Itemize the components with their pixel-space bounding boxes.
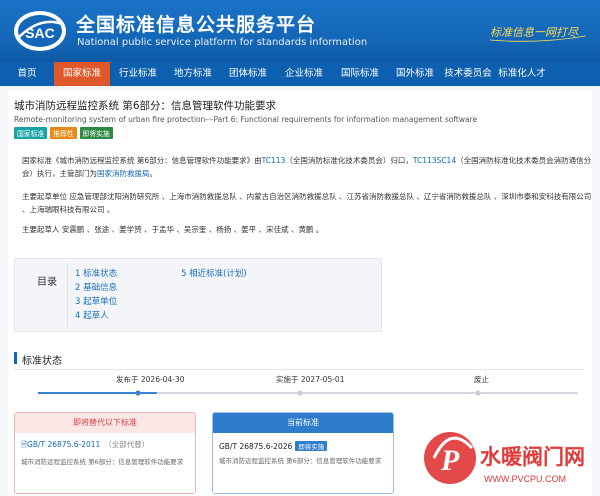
nav-foreign-standard[interactable]: 国外标准 [388, 62, 442, 86]
tc113sc14-link[interactable]: TC113SC14 [413, 156, 456, 165]
toc-item-related-standards[interactable]: 5 相近标准(计划) [181, 267, 247, 279]
drafters-paragraph: 主要起草人 安震鹏 、张途 、姜学赟 、于孟华 、吴宗奎 、杨扬 、姜平 、宋佳… [22, 225, 324, 234]
standard-badges: 国家标准 推荐性 即将实施 [14, 127, 113, 139]
nav-group-standard[interactable]: 团体标准 [220, 62, 276, 86]
intro-text: 国家标准《城市消防远程监控系统 第6部分：信息管理软件功能要求》由 [22, 156, 262, 165]
current-code-link[interactable]: GB/T 26875.6-2026 [219, 442, 292, 451]
tc113-link[interactable]: TC113 [262, 156, 286, 165]
main-nav: 首页 国家标准 行业标准 地方标准 团体标准 企业标准 国际标准 国外标准 技术… [0, 62, 600, 86]
timeline-dot-published [135, 390, 141, 396]
toc-label: 目录 [37, 277, 57, 288]
watermark-logo-icon: P 水暖阀门网 WWW.PVCPU.COM [424, 432, 585, 484]
replaced-standard-box: 即将替代以下标准 🗎GB/T 26875.6-2011 （全部代替） 城市消防远程… [14, 412, 196, 494]
toc-item-drafting-units[interactable]: 3 起草单位 [75, 295, 117, 307]
standard-title-en: Remote-monitoring system of urban fire p… [14, 115, 478, 124]
toc-item-basic-info[interactable]: 2 基础信息 [75, 281, 117, 293]
site-subtitle: National public service platform for sta… [77, 37, 368, 48]
table-of-contents: 目录 1 标准状态 2 基础信息 3 起草单位 4 起草人 5 相近标准(计划) [14, 258, 382, 332]
replaced-note: （全部代替） [104, 440, 150, 449]
current-box-head: 当前标准 [213, 413, 393, 433]
nav-enterprise-standard[interactable]: 企业标准 [276, 62, 332, 86]
timeline-track [38, 390, 578, 396]
watermark-url: WWW.PVCPU.COM [484, 474, 566, 484]
replaced-box-body: 🗎GB/T 26875.6-2011 （全部代替） 城市消防远程监控系统 第6部分… [15, 433, 195, 470]
standard-title: 城市消防远程监控系统 第6部分：信息管理软件功能要求 [14, 100, 277, 112]
toc-item-drafters[interactable]: 4 起草人 [75, 309, 109, 321]
drafting-units-paragraph: 主要起草单位 应急管理部沈阳消防研究所 、上海市消防救援总队 、内蒙古自治区消防… [22, 192, 592, 214]
page: SAC 全国标准信息公共服务平台 National public service… [0, 0, 600, 496]
status-timeline: 发布于 2026-04-30 实施于 2027-05-01 废止 [38, 374, 578, 404]
replaced-standard-desc: 城市消防远程监控系统 第6部分：信息管理软件功能要求 [21, 458, 184, 466]
badge-upcoming: 即将实施 [79, 127, 113, 139]
timeline-abolished: 废止 [474, 375, 489, 384]
sac-logo-icon[interactable]: SAC [12, 8, 68, 54]
slogan-text: 标准信息一网打尽 [490, 26, 579, 39]
intro-text: 。 [149, 169, 158, 178]
timeline-published: 发布于 2026-04-30 [116, 375, 185, 384]
intro-text: （全国消防标准化技术委员会）归口， [285, 156, 413, 165]
timeline-dot-implemented [297, 390, 303, 396]
nav-national-standard[interactable]: 国家标准 [54, 62, 110, 86]
section-divider [14, 369, 584, 370]
timeline-implemented: 实施于 2027-05-01 [276, 375, 345, 384]
replaced-code-link[interactable]: GB/T 26875.6-2011 [27, 440, 100, 449]
badge-national: 国家标准 [14, 127, 48, 139]
status-section-title: 标准状态 [22, 356, 62, 367]
slogan-calligraphy-icon: 标准信息一网打尽 [489, 26, 587, 42]
current-status-tag: 即将实施 [295, 441, 328, 451]
watermark-brand: 水暖阀门网 [480, 445, 585, 469]
replaced-standard-code: 🗎GB/T 26875.6-2011 （全部代替） [21, 439, 189, 452]
nav-talent[interactable]: 标准化人才 [494, 62, 550, 86]
logo-text: SAC [25, 25, 55, 41]
department-link[interactable]: 国家消防救援局 [97, 169, 150, 178]
current-box-body: GB/T 26875.6-2026 即将实施 城市消防远程监控系统 第6部分：信息… [213, 433, 393, 469]
site-header: SAC 全国标准信息公共服务平台 National public service… [0, 0, 600, 62]
toc-divider [67, 263, 68, 327]
nav-local-standard[interactable]: 地方标准 [166, 62, 220, 86]
toc-item-status[interactable]: 1 标准状态 [75, 267, 117, 279]
nav-industry-standard[interactable]: 行业标准 [110, 62, 166, 86]
badge-recommended: 推荐性 [50, 127, 77, 139]
site-title: 全国标准信息公共服务平台 [76, 14, 317, 36]
nav-international-standard[interactable]: 国际标准 [332, 62, 388, 86]
current-standard-box: 当前标准 GB/T 26875.6-2026 即将实施 城市消防远程监控系统 第6… [212, 412, 394, 494]
nav-home[interactable]: 首页 [0, 62, 54, 86]
section-marker [14, 352, 17, 364]
timeline-dot-abolished [475, 390, 481, 396]
watermark-letter: P [440, 444, 460, 477]
current-standard-code: GB/T 26875.6-2026 即将实施 [219, 441, 387, 451]
intro-paragraph: 国家标准《城市消防远程监控系统 第6部分：信息管理软件功能要求》由TC113（全… [22, 154, 592, 180]
current-standard-desc: 城市消防远程监控系统 第6部分：信息管理软件功能要求 [219, 457, 382, 465]
nav-technical-committee[interactable]: 技术委员会 [442, 62, 494, 86]
replaced-box-head: 即将替代以下标准 [15, 413, 195, 433]
